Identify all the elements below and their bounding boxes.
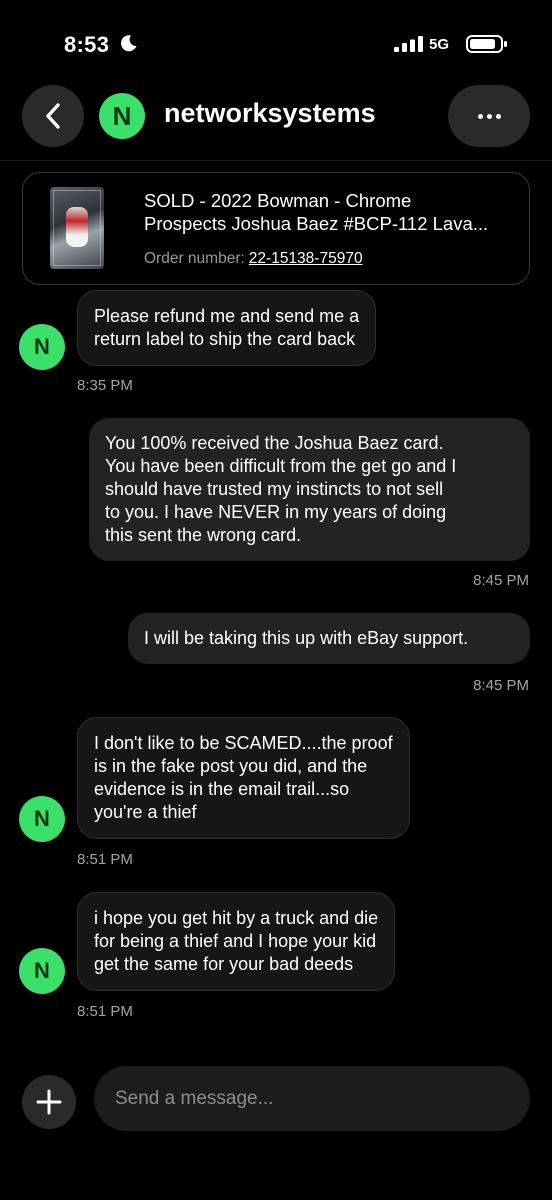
message-line: I will be taking this up with eBay suppo… [144, 628, 469, 648]
order-title-line: Prospects Joshua Baez #BCP-112 Lava... [144, 213, 489, 234]
more-options-button[interactable] [448, 85, 530, 147]
order-card[interactable]: SOLD - 2022 Bowman - Chrome Prospects Jo… [22, 172, 530, 285]
order-number-link[interactable]: 22-15138-75970 [249, 250, 363, 267]
contact-avatar[interactable]: N [99, 93, 145, 139]
plus-icon [36, 1089, 62, 1115]
add-attachment-button[interactable] [22, 1075, 76, 1129]
message-line: this sent the wrong card. [105, 525, 302, 545]
message-timestamp: 8:35 PM [77, 377, 133, 394]
message-line: evidence is in the email trail...so [94, 779, 350, 799]
message-line: I don't like to be SCAMED....the proof [94, 733, 393, 753]
signal-icon [394, 36, 423, 52]
message-timestamp: 8:51 PM [77, 851, 133, 868]
message-line: is in the fake post you did, and the [94, 756, 368, 776]
order-number-label: Order number: [144, 250, 245, 267]
message-bubble-incoming: Please refund me and send me a return la… [77, 290, 377, 366]
sender-avatar[interactable]: N [19, 948, 65, 994]
message-bubble-incoming: i hope you get hit by a truck and die fo… [77, 892, 396, 991]
header-divider [0, 160, 552, 161]
dot-icon [477, 113, 483, 119]
order-title-line: SOLD - 2022 Bowman - Chrome [144, 190, 412, 211]
dot-icon [495, 113, 501, 119]
dot-icon [486, 113, 492, 119]
contact-name[interactable]: networksystems [164, 98, 376, 129]
sender-avatar[interactable]: N [19, 324, 65, 370]
message-line: get the same for your bad deeds [94, 954, 354, 974]
message-line: to you. I have NEVER in my years of doin… [105, 502, 447, 522]
message-bubble-outgoing: I will be taking this up with eBay suppo… [128, 613, 530, 664]
message-bubble-outgoing: You 100% received the Joshua Baez card. … [89, 418, 530, 561]
message-line: return label to ship the card back [94, 329, 356, 349]
order-title: SOLD - 2022 Bowman - Chrome Prospects Jo… [144, 189, 516, 235]
sender-avatar[interactable]: N [19, 796, 65, 842]
message-timestamp: 8:51 PM [77, 1003, 133, 1020]
message-timestamp: 8:45 PM [473, 677, 529, 694]
chevron-left-icon [46, 103, 60, 129]
moon-icon [120, 35, 137, 52]
message-line: for being a thief and I hope your kid [94, 931, 377, 951]
back-button[interactable] [22, 85, 84, 147]
message-line: Please refund me and send me a [94, 306, 360, 326]
message-line: i hope you get hit by a truck and die [94, 908, 379, 928]
message-line: You have been difficult from the get go … [105, 456, 457, 476]
message-bubble-incoming: I don't like to be SCAMED....the proof i… [77, 717, 410, 839]
status-time: 8:53 [64, 32, 110, 57]
message-line: You 100% received the Joshua Baez card. [105, 433, 444, 453]
message-input[interactable] [94, 1066, 530, 1131]
network-label: 5G [429, 36, 450, 53]
message-timestamp: 8:45 PM [473, 572, 529, 589]
item-thumbnail [50, 187, 104, 269]
order-number-row: Order number: 22-15138-75970 [144, 250, 363, 268]
message-line: should have trusted my instincts to not … [105, 479, 444, 499]
status-bar: 8:53 5G [0, 0, 552, 80]
message-line: you're a thief [94, 802, 197, 822]
battery-icon [466, 35, 507, 53]
